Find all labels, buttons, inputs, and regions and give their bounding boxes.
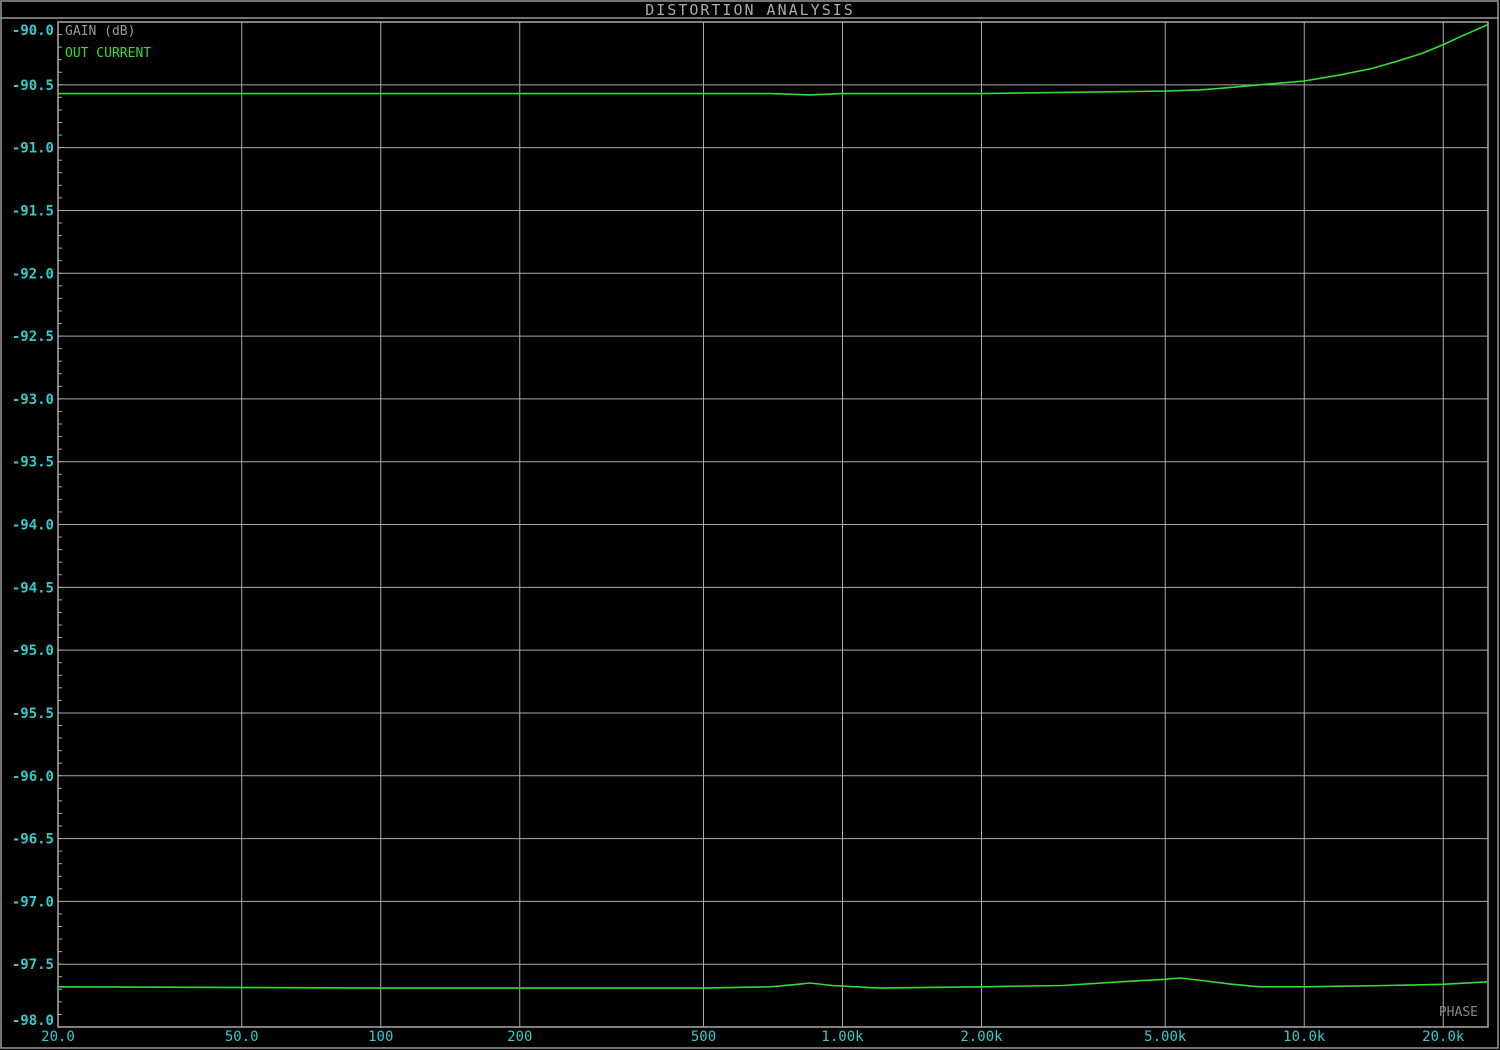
y-tick-label: -92.0 xyxy=(12,266,54,282)
legend-out-current: OUT CURRENT xyxy=(65,46,151,61)
y-tick-label: -93.0 xyxy=(12,392,54,408)
x-tick-label: 20.0k xyxy=(1422,1029,1465,1045)
y-tick-label: -94.0 xyxy=(12,518,54,534)
y-tick-label: -91.0 xyxy=(12,141,54,157)
y-tick-label: -92.5 xyxy=(12,329,54,345)
y-tick-label: -97.5 xyxy=(12,957,54,973)
y-tick-label: -90.0 xyxy=(12,23,54,39)
y-tick-label: -93.5 xyxy=(12,455,54,471)
x-tick-label: 20.0 xyxy=(41,1029,75,1045)
y-tick-label: -98.0 xyxy=(12,1013,54,1029)
y-tick-label: -95.0 xyxy=(12,643,54,659)
x-tick-label: 2.00k xyxy=(960,1029,1003,1045)
phase-label: PHASE xyxy=(1439,1005,1478,1020)
chart-title: DISTORTION ANALYSIS xyxy=(645,1,855,19)
x-tick-label: 5.00k xyxy=(1144,1029,1187,1045)
x-tick-label: 1.00k xyxy=(821,1029,864,1045)
x-tick-label: 10.0k xyxy=(1283,1029,1326,1045)
y-tick-label: -95.5 xyxy=(12,706,54,722)
y-tick-label: -97.0 xyxy=(12,894,54,910)
y-tick-label: -96.5 xyxy=(12,832,54,848)
x-tick-label: 50.0 xyxy=(225,1029,259,1045)
distortion-chart: DISTORTION ANALYSIS 20.0 50.0 100 200 500 1.0… xyxy=(0,0,1500,1050)
y-tick-label: -90.5 xyxy=(12,78,54,94)
x-tick-label: 100 xyxy=(368,1029,393,1045)
x-tick-label: 200 xyxy=(507,1029,532,1045)
y-tick-label: -91.5 xyxy=(12,203,54,219)
x-tick-label: 500 xyxy=(691,1029,716,1045)
y-tick-label: -94.5 xyxy=(12,580,54,596)
y-axis-label: GAIN (dB) xyxy=(65,24,135,39)
y-tick-label: -96.0 xyxy=(12,769,54,785)
